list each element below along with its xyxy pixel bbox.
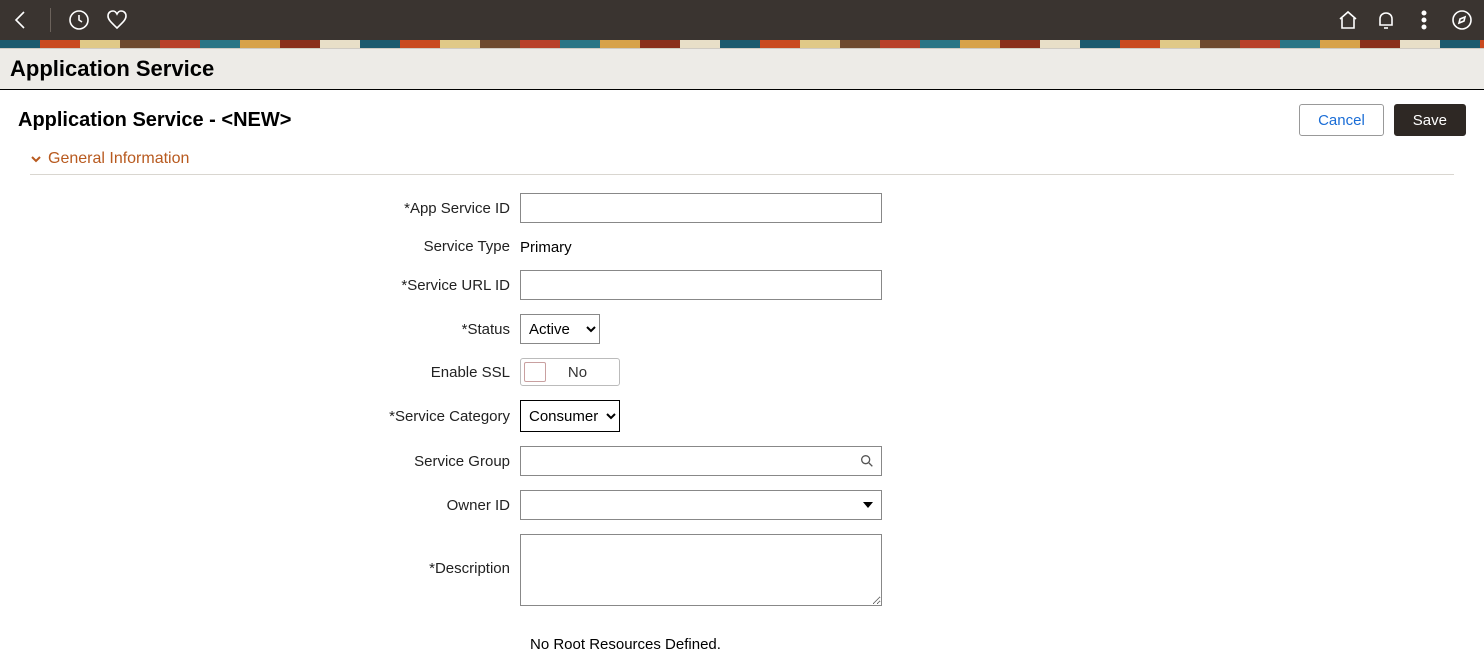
label-owner-id: Owner ID bbox=[30, 497, 520, 514]
select-owner-id[interactable] bbox=[520, 490, 882, 520]
toolbar-left-group bbox=[10, 8, 129, 32]
section-title: General Information bbox=[48, 150, 189, 168]
cancel-button[interactable]: Cancel bbox=[1299, 104, 1384, 136]
chevron-down-icon bbox=[30, 153, 42, 165]
select-status[interactable]: Active bbox=[520, 314, 600, 344]
save-button[interactable]: Save bbox=[1394, 104, 1466, 136]
input-service-group[interactable] bbox=[521, 447, 853, 475]
form-general-information: *App Service ID Service Type Primary *Se… bbox=[30, 193, 1454, 653]
input-service-url-id[interactable] bbox=[520, 270, 882, 300]
more-icon[interactable] bbox=[1412, 8, 1436, 32]
footer-message: No Root Resources Defined. bbox=[530, 636, 1454, 653]
notifications-icon[interactable] bbox=[1374, 8, 1398, 32]
textarea-description[interactable] bbox=[520, 534, 882, 606]
decorative-strip bbox=[0, 40, 1484, 48]
back-icon[interactable] bbox=[10, 8, 34, 32]
label-service-url-id: *Service URL ID bbox=[30, 277, 520, 294]
global-toolbar bbox=[0, 0, 1484, 40]
history-icon[interactable] bbox=[67, 8, 91, 32]
value-service-type: Primary bbox=[520, 237, 572, 256]
select-service-category[interactable]: Consumer bbox=[520, 400, 620, 432]
label-enable-ssl: Enable SSL bbox=[30, 364, 520, 381]
label-app-service-id: *App Service ID bbox=[30, 200, 520, 217]
home-icon[interactable] bbox=[1336, 8, 1360, 32]
content-header: Application Service - <NEW> Cancel Save bbox=[0, 90, 1484, 144]
toggle-knob bbox=[524, 362, 546, 382]
toggle-enable-ssl-label: No bbox=[546, 364, 619, 381]
page-header-title: Application Service bbox=[10, 56, 214, 82]
section-general-information-header[interactable]: General Information bbox=[30, 150, 1454, 175]
page-title: Application Service - <NEW> bbox=[18, 109, 1299, 132]
navigator-icon[interactable] bbox=[1450, 8, 1474, 32]
label-service-type: Service Type bbox=[30, 238, 520, 255]
favorite-icon[interactable] bbox=[105, 8, 129, 32]
search-icon[interactable] bbox=[853, 453, 881, 469]
label-service-group: Service Group bbox=[30, 453, 520, 470]
label-description: *Description bbox=[30, 534, 520, 577]
toolbar-right-group bbox=[1336, 8, 1474, 32]
label-service-category: *Service Category bbox=[30, 408, 520, 425]
toolbar-divider bbox=[50, 8, 51, 32]
input-app-service-id[interactable] bbox=[520, 193, 882, 223]
page-header-bar: Application Service bbox=[0, 48, 1484, 90]
toggle-enable-ssl[interactable]: No bbox=[520, 358, 620, 386]
label-status: *Status bbox=[30, 321, 520, 338]
lookup-service-group bbox=[520, 446, 882, 476]
